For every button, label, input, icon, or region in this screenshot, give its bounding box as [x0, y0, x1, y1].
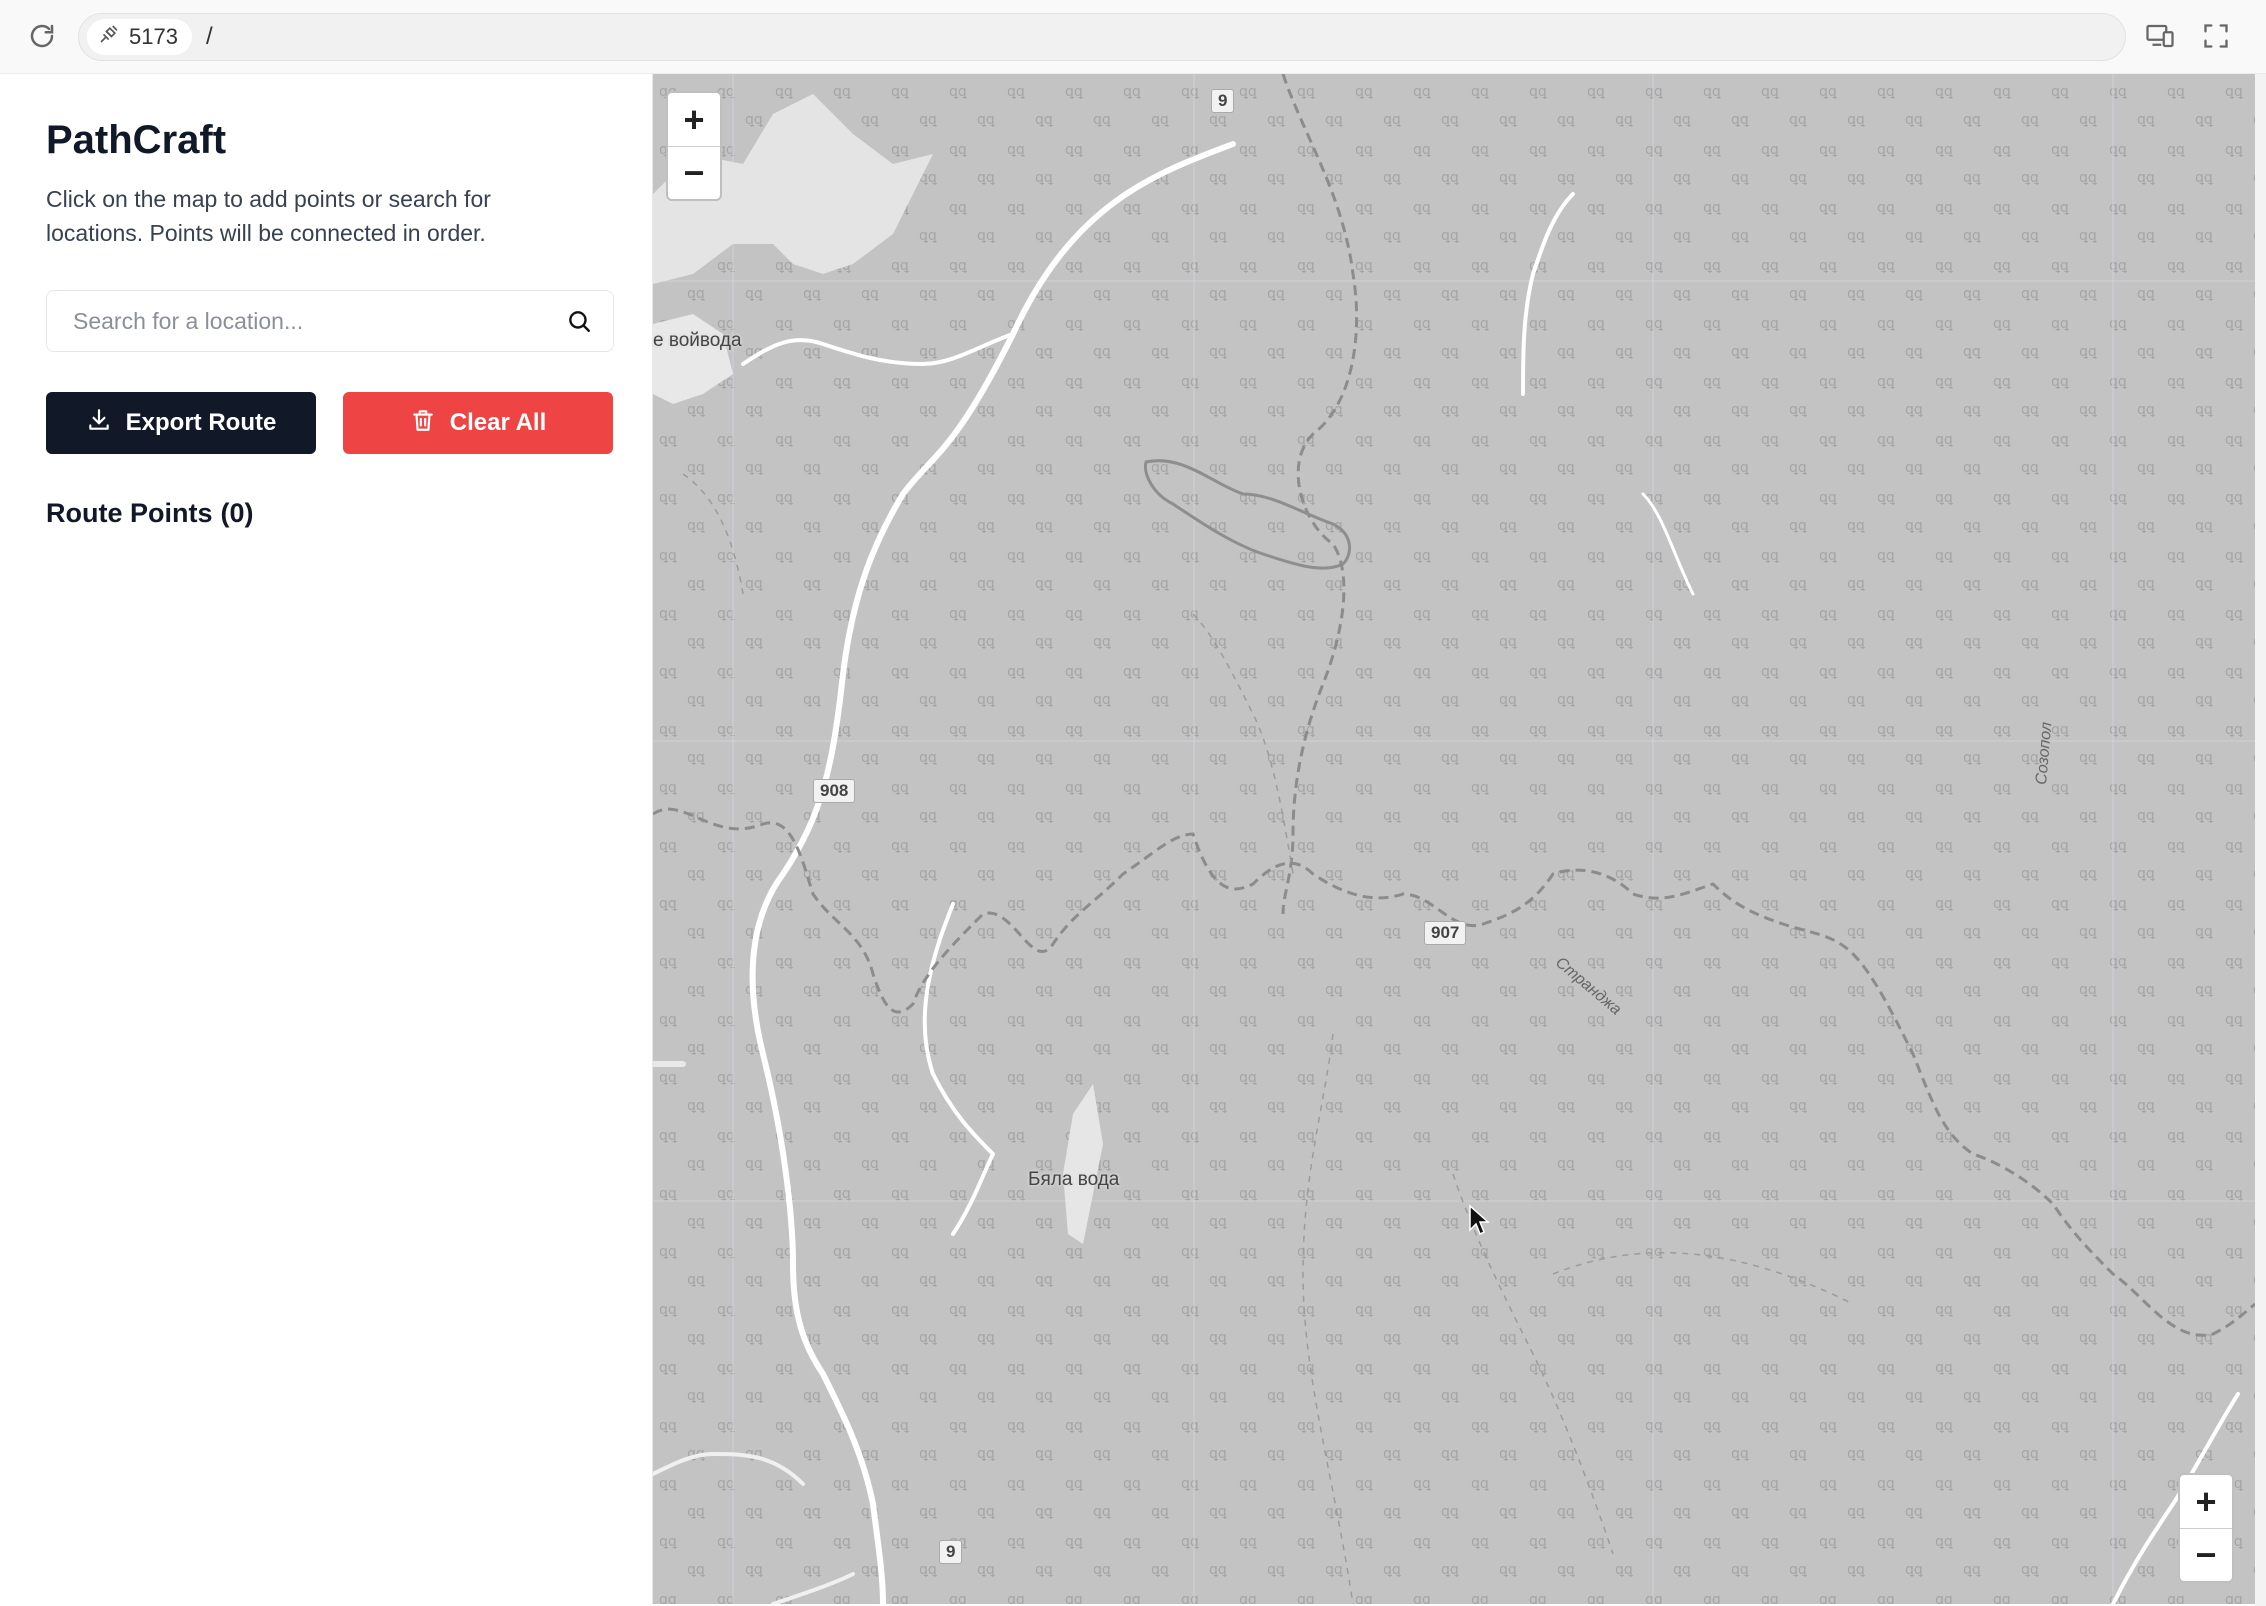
app-title: PathCraft — [46, 118, 227, 162]
port-text: 5173 — [129, 24, 178, 49]
road-badge-9-bottom: 9 — [939, 1540, 963, 1564]
trash-icon — [410, 407, 436, 440]
zoom-out-button-bottom[interactable]: − — [2180, 1528, 2232, 1581]
search-input[interactable] — [47, 291, 547, 351]
sidebar: PathCraft Click on the map to add points… — [4, 74, 653, 1604]
clear-all-label: Clear All — [449, 409, 547, 436]
port-chip[interactable]: 5173 — [87, 19, 192, 55]
place-label-byala-voda: Бяла вода — [1028, 1169, 1120, 1190]
export-route-button[interactable]: Export Route — [46, 392, 316, 454]
url-path: / — [205, 23, 213, 50]
plug-icon — [99, 24, 119, 50]
map-zoom-control-bottom: + − — [2178, 1473, 2234, 1583]
scrollbar-track[interactable] — [2255, 74, 2266, 1606]
zoom-in-button-bottom[interactable]: + — [2180, 1475, 2232, 1528]
route-points-label: Route Points — [46, 498, 213, 528]
route-points-count: (0) — [220, 498, 254, 528]
map-zoom-control-top: + − — [666, 91, 722, 201]
clear-all-button[interactable]: Clear All — [343, 392, 613, 454]
devices-icon[interactable] — [2140, 16, 2180, 56]
map-canvas[interactable]: ꝗꝗ ꝗꝗ — [653, 74, 2255, 1604]
search-box — [46, 290, 614, 352]
map-basemap: ꝗꝗ ꝗꝗ — [653, 74, 2255, 1604]
route-points-heading: Route Points (0) — [46, 498, 254, 529]
app-description: Click on the map to add points or search… — [46, 186, 491, 246]
fullscreen-icon[interactable] — [2196, 16, 2236, 56]
road-badge-9-top: 9 — [1211, 89, 1235, 113]
mouse-cursor-icon — [1468, 1204, 1492, 1243]
address-bar[interactable]: 5173 / — [78, 13, 2126, 61]
road-badge-908: 908 — [813, 779, 856, 803]
zoom-in-button[interactable]: + — [668, 93, 720, 146]
zoom-out-button[interactable]: − — [668, 146, 720, 199]
export-route-label: Export Route — [125, 409, 277, 436]
road-badge-907: 907 — [1424, 921, 1467, 945]
search-icon[interactable] — [563, 305, 595, 337]
browser-toolbar: 5173 / — [0, 0, 2266, 74]
reload-icon[interactable] — [22, 16, 62, 56]
place-label-voivoda: е войвода — [653, 330, 742, 351]
download-icon — [86, 407, 112, 440]
